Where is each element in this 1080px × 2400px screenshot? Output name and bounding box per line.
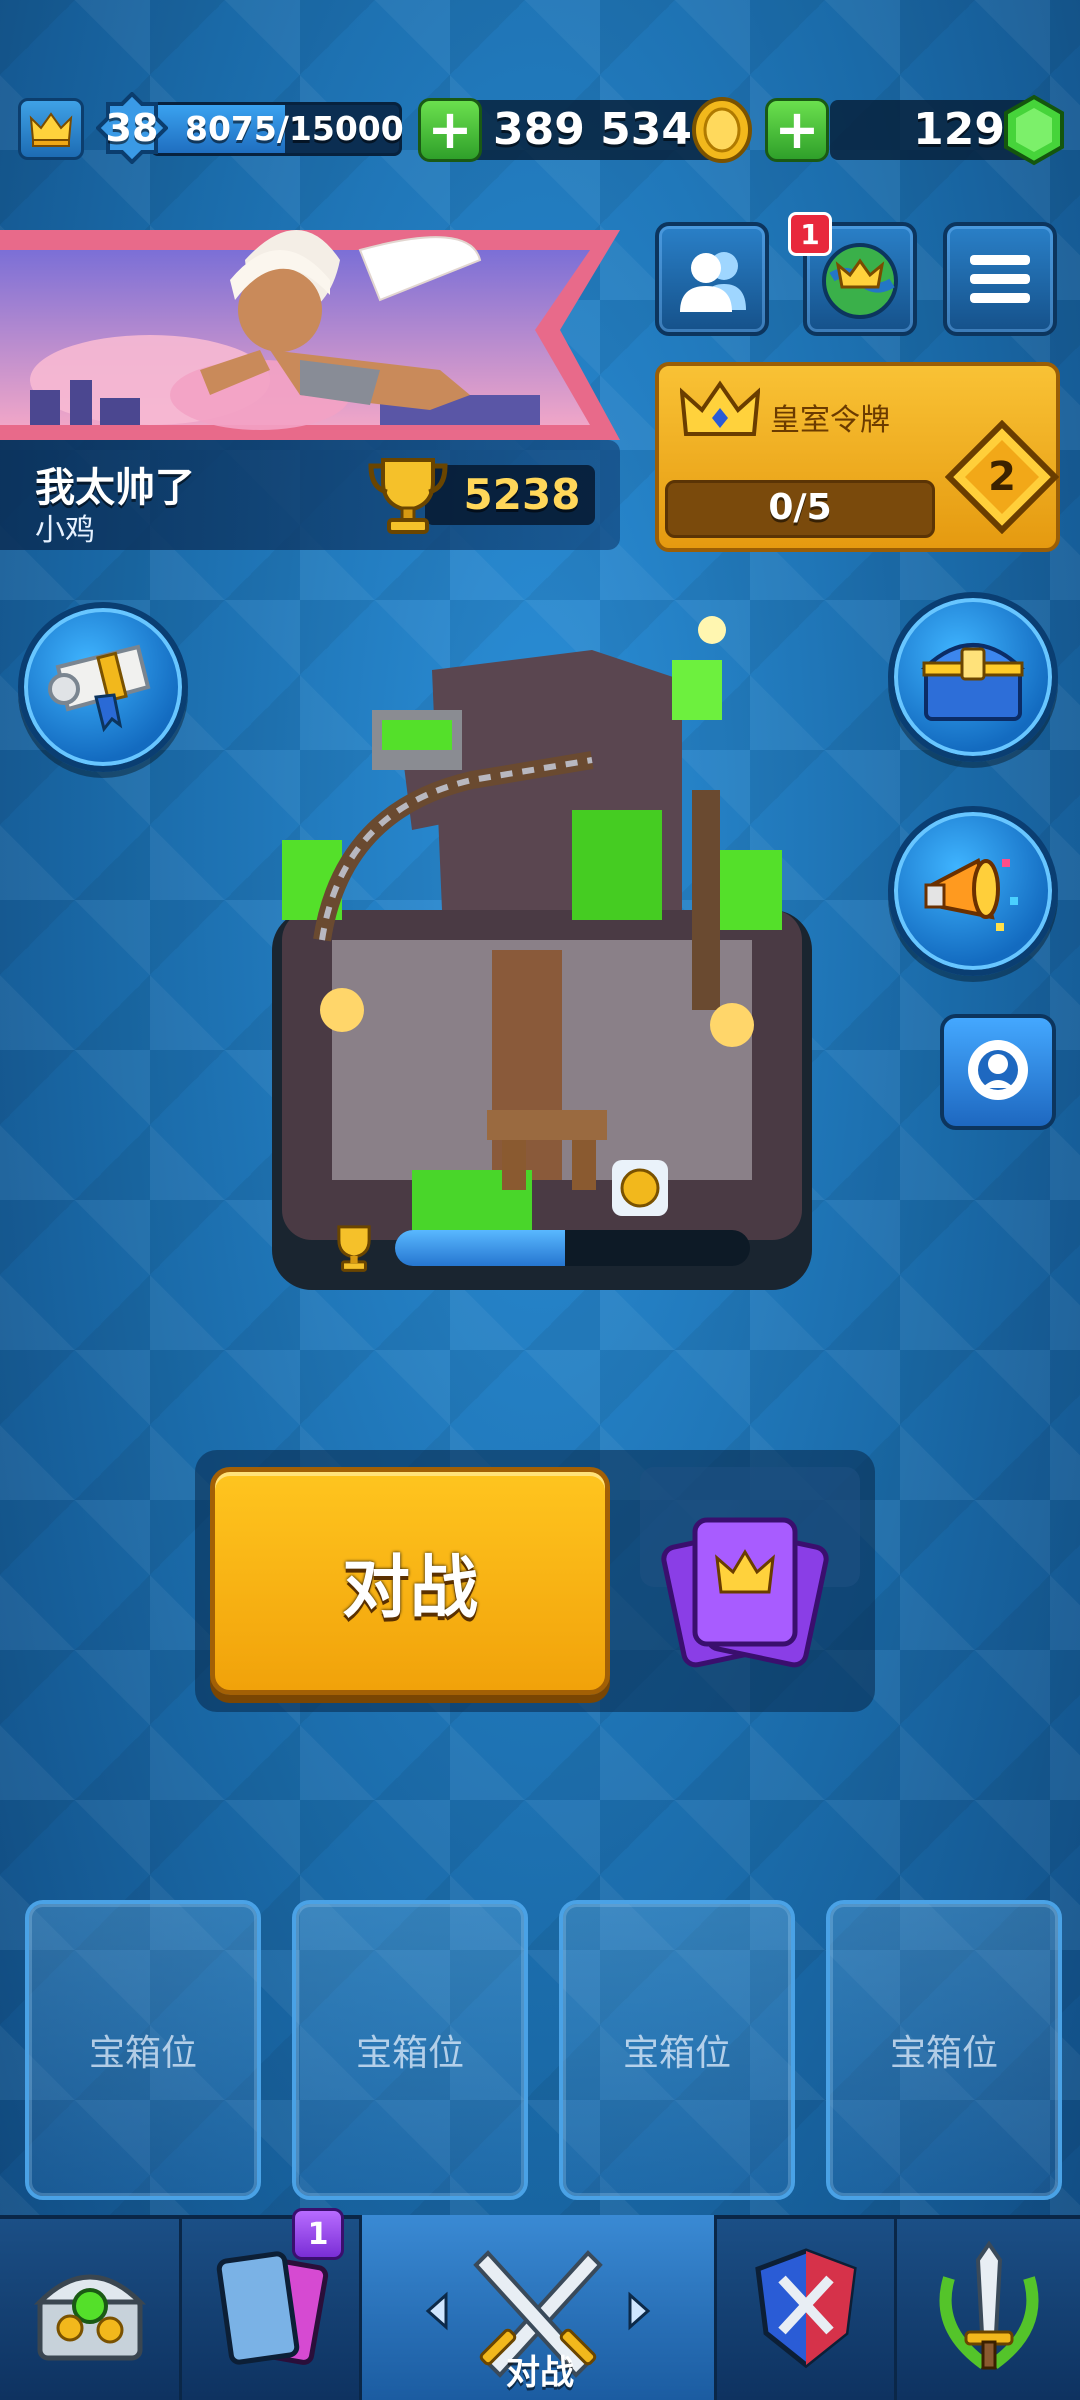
- gold-coin-icon: [692, 97, 752, 163]
- menu-button[interactable]: [943, 222, 1057, 336]
- king-tower-button[interactable]: [18, 98, 84, 160]
- gold-amount: 389 534: [492, 104, 692, 155]
- menu-icon: [970, 255, 1030, 303]
- cards-icon: [216, 2250, 328, 2365]
- trophy-icon: [368, 458, 448, 534]
- player-banner[interactable]: [0, 220, 630, 440]
- crown-icon: [29, 112, 73, 147]
- chest-shop-icon: [33, 2274, 146, 2360]
- gem-icon: [1004, 94, 1064, 166]
- nav-events-tab[interactable]: [897, 2215, 1080, 2400]
- clan-name: 小鸡: [35, 513, 95, 548]
- chest-icon: [920, 643, 1026, 721]
- chest-slot-3[interactable]: 宝箱位: [559, 1900, 795, 2200]
- friends-button[interactable]: [655, 222, 769, 336]
- trophy-road-bar: [395, 1230, 750, 1266]
- nav-battle-label: 对战: [506, 2353, 574, 2393]
- deck-selector-button[interactable]: [655, 1500, 835, 1670]
- pass-progress-text: 0/5: [768, 487, 832, 528]
- arena-trophy-icon: [337, 1225, 371, 1272]
- player-level: 38: [105, 106, 159, 150]
- arena-mine[interactable]: [262, 610, 822, 1300]
- news-scroll-button[interactable]: [18, 602, 188, 772]
- buy-gems-button[interactable]: +: [765, 98, 829, 162]
- announcement-button[interactable]: [888, 806, 1058, 976]
- buy-gold-button[interactable]: +: [418, 98, 482, 162]
- royal-pass-title: 皇室令牌: [770, 403, 890, 438]
- chest-slot-4[interactable]: 宝箱位: [826, 1900, 1062, 2200]
- trophy-count: 5238: [463, 470, 581, 519]
- pass-tier-level: 2: [988, 454, 1016, 500]
- trophy-road-fill: [395, 1230, 566, 1266]
- nav-clan-tab[interactable]: [717, 2215, 897, 2400]
- nav-shop-tab[interactable]: [0, 2215, 182, 2400]
- xp-text: 8075/15000: [185, 109, 404, 148]
- scroll-icon: [48, 644, 151, 733]
- sword-wreath-icon: [939, 2239, 1038, 2369]
- battle-button[interactable]: 对战: [210, 1467, 610, 1695]
- friends-icon: [680, 252, 746, 312]
- chest-event-button[interactable]: [888, 592, 1058, 762]
- clan-notification-badge: 1: [788, 212, 832, 256]
- cards-badge: 1: [292, 2208, 344, 2260]
- clan-shield-icon: [754, 2247, 857, 2368]
- chat-button[interactable]: [940, 1014, 1056, 1130]
- chat-bubble-icon: [968, 1040, 1028, 1100]
- chest-slot-1[interactable]: 宝箱位: [25, 1900, 261, 2200]
- pass-crown-icon: [680, 380, 760, 436]
- chest-slot-2[interactable]: 宝箱位: [292, 1900, 528, 2200]
- gem-amount: 129: [913, 104, 1005, 155]
- megaphone-icon: [924, 858, 1018, 931]
